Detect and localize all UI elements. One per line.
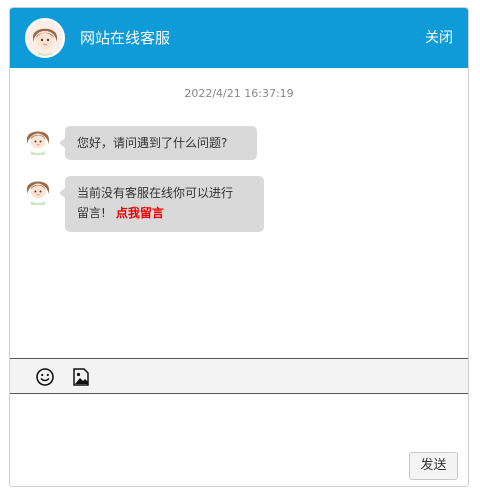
message-bubble: 您好，请问遇到了什么问题? xyxy=(59,126,257,160)
message-timestamp: 2022/4/21 16:37:19 xyxy=(184,87,294,100)
close-button[interactable]: 关闭 xyxy=(425,27,453,49)
smiley-icon xyxy=(36,368,54,386)
image-icon xyxy=(73,368,89,386)
message-input-area[interactable]: 发送 xyxy=(10,394,468,486)
avatar-face-icon xyxy=(27,20,63,56)
send-button[interactable]: 发送 xyxy=(409,452,458,480)
message-bubble: 当前没有客服在线你可以进行 留言! 点我留言 xyxy=(59,176,264,232)
chat-title: 网站在线客服 xyxy=(80,29,171,47)
composer-toolbar xyxy=(10,358,468,394)
chat-window: 网站在线客服 关闭 2022/4/21 16:37:19 您好，请问遇到了什么问… xyxy=(9,7,469,487)
message-avatar xyxy=(23,125,53,155)
message-text-line2-wrap: 留言! 点我留言 xyxy=(77,203,254,223)
avatar-face-icon xyxy=(23,175,53,205)
message-text-line2: 留言! xyxy=(77,206,106,220)
avatar-face-icon xyxy=(23,125,53,155)
message-text: 您好，请问遇到了什么问题? xyxy=(77,136,228,150)
message-avatar xyxy=(23,175,53,205)
emoji-button[interactable] xyxy=(35,367,55,387)
message-list[interactable]: 2022/4/21 16:37:19 您好，请问遇到了什么问题? 当前没有客服在… xyxy=(10,68,468,358)
message-text-line1: 当前没有客服在线你可以进行 xyxy=(77,186,234,200)
chat-header: 网站在线客服 关闭 xyxy=(10,8,468,68)
image-upload-button[interactable] xyxy=(71,367,91,387)
agent-avatar xyxy=(25,18,65,58)
leave-message-link[interactable]: 点我留言 xyxy=(116,206,164,220)
